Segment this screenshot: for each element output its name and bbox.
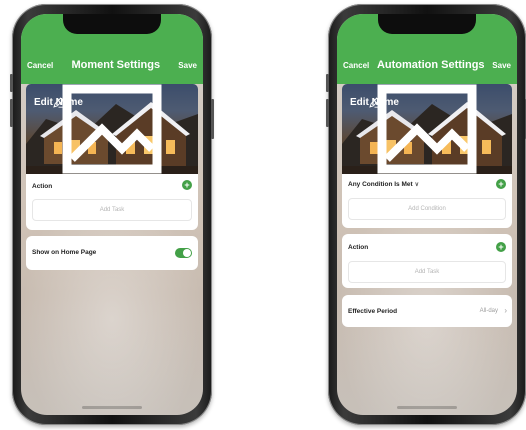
show-on-home-label: Show on Home Page [32, 249, 97, 256]
phone-moment-settings: Cancel Moment Settings Save Edit Name Ac… [10, 4, 214, 425]
effective-period-value: All-day [479, 308, 498, 314]
volume-button [10, 74, 13, 92]
chevron-right-icon: › [504, 306, 507, 315]
add-task-button[interactable]: Add Task [32, 199, 192, 221]
condition-selector[interactable]: Any Condition Is Met ∨ [348, 181, 419, 188]
notch [378, 14, 476, 34]
add-task-button[interactable]: Add Task [348, 261, 506, 283]
action-card: Action + Add Task [342, 234, 512, 288]
effective-period-row[interactable]: Effective Period All-day › [342, 295, 512, 327]
volume-button [326, 99, 329, 127]
plus-circle-icon[interactable]: + [182, 180, 192, 190]
condition-card: Any Condition Is Met ∨ + Add Condition [342, 174, 512, 228]
cover-image: Edit Name [342, 84, 512, 174]
volume-button [326, 74, 329, 92]
page-title: Automation Settings [376, 59, 485, 71]
save-button[interactable]: Save [178, 61, 197, 70]
notch [63, 14, 161, 34]
plus-circle-icon[interactable]: + [496, 242, 506, 252]
action-card: Action + Add Task [26, 174, 198, 230]
home-page-card: Show on Home Page [26, 236, 198, 270]
image-icon[interactable] [26, 84, 198, 174]
action-label: Action [32, 183, 53, 190]
volume-button [10, 99, 13, 127]
screen: Cancel Automation Settings Save Edit Nam… [337, 14, 517, 415]
action-label: Action [348, 244, 369, 251]
power-button [211, 99, 214, 139]
image-icon[interactable] [342, 84, 512, 174]
phone-automation-settings: Cancel Automation Settings Save Edit Nam… [326, 4, 526, 425]
home-indicator [82, 406, 142, 409]
cancel-button[interactable]: Cancel [343, 61, 369, 70]
screen: Cancel Moment Settings Save Edit Name Ac… [21, 14, 203, 415]
condition-label: Any Condition Is Met [348, 181, 413, 188]
page-title: Moment Settings [71, 59, 161, 71]
plus-circle-icon[interactable]: + [496, 179, 506, 189]
cover-image: Edit Name [26, 84, 198, 174]
home-indicator [397, 406, 457, 409]
show-on-home-toggle[interactable] [175, 248, 192, 258]
nav-bar: Cancel Moment Settings Save [21, 57, 203, 73]
chevron-down-icon: ∨ [414, 182, 420, 188]
cancel-button[interactable]: Cancel [27, 61, 53, 70]
save-button[interactable]: Save [492, 61, 511, 70]
effective-period-label: Effective Period [348, 308, 398, 315]
nav-bar: Cancel Automation Settings Save [337, 57, 517, 73]
add-condition-button[interactable]: Add Condition [348, 198, 506, 220]
